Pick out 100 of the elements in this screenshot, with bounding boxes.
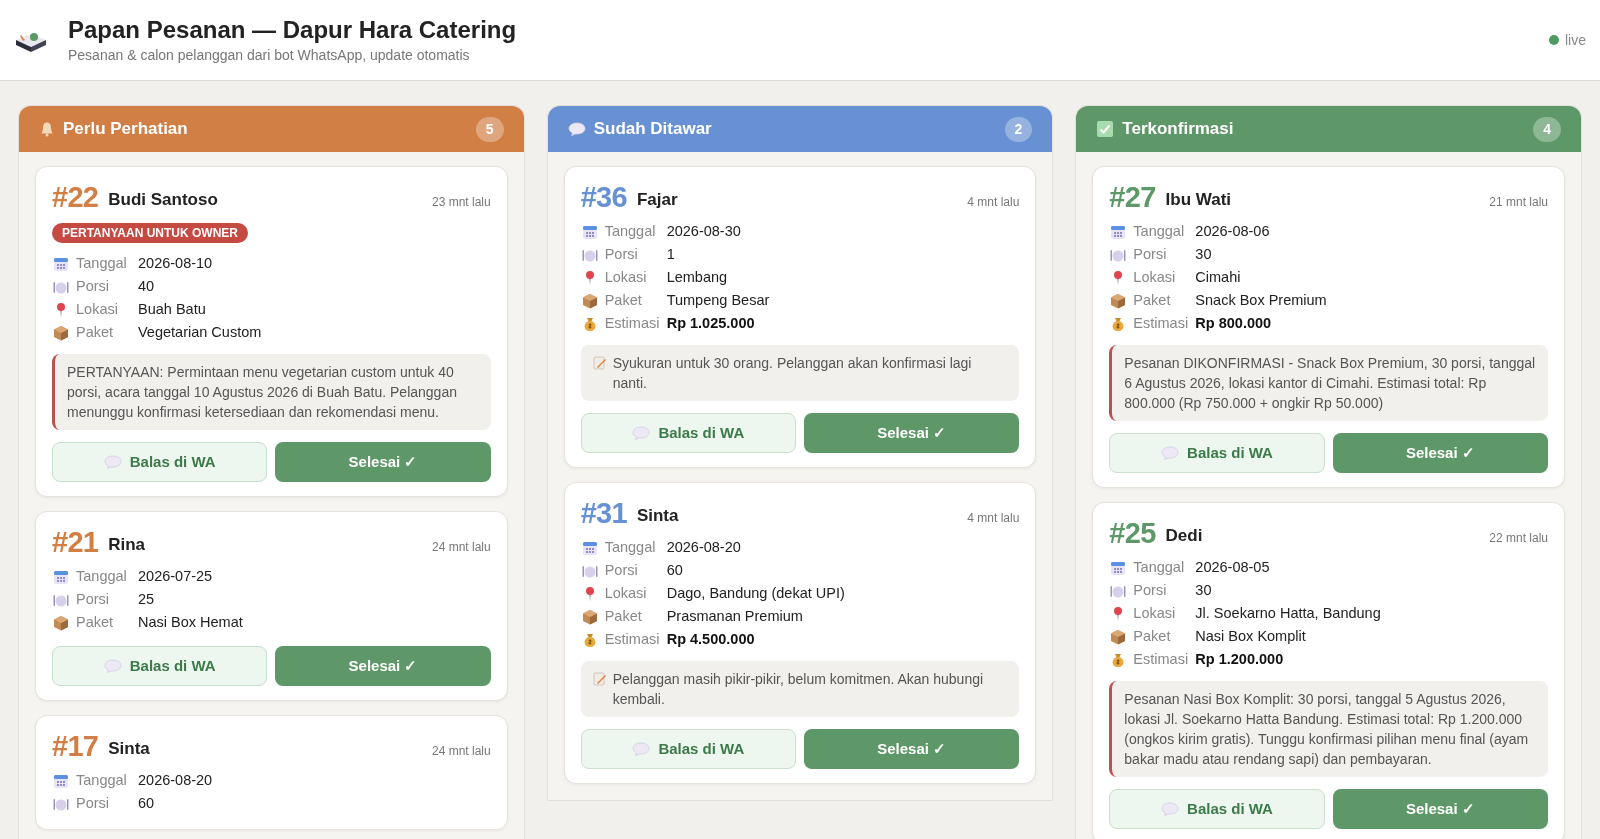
column-title: Perlu Perhatian — [63, 118, 188, 141]
customer-name: Dedi — [1165, 524, 1203, 547]
box-icon — [53, 324, 69, 341]
done-button[interactable]: Selesai ✓ — [804, 413, 1020, 453]
order-number: #21 — [52, 528, 99, 557]
time-ago: 22 mnt lalu — [1489, 530, 1548, 547]
field-value: Rp 4.500.000 — [666, 629, 755, 649]
memo-icon — [592, 672, 607, 686]
field-value: Nasi Box Hemat — [138, 612, 243, 632]
field-value: 2026-07-25 — [138, 566, 213, 586]
field-value: Buah Batu — [138, 299, 206, 319]
field-label: Tanggal — [76, 566, 128, 586]
field-value: 30 — [1195, 580, 1212, 600]
page-subtitle: Pesanan & calon pelanggan dari bot WhatsApp, update otomatis — [68, 45, 471, 65]
field-value: Cimahi — [1195, 267, 1241, 287]
field-label: Paket — [604, 290, 643, 310]
field-label: Paket — [1133, 290, 1172, 310]
customer-name: Fajar — [636, 188, 678, 211]
field-label: Paket — [76, 612, 115, 632]
order-number: #17 — [52, 732, 99, 761]
field-label: Tanggal — [1133, 221, 1186, 241]
speech-bubble-icon — [632, 426, 651, 440]
time-ago: 23 mnt lalu — [431, 194, 491, 211]
field-value: Rp 800.000 — [1195, 313, 1272, 333]
done-button[interactable]: Selesai ✓ — [804, 729, 1020, 769]
field-label: Lokasi — [76, 299, 119, 319]
field-value: 2026-08-20 — [138, 770, 213, 790]
field-label: Tanggal — [76, 770, 128, 790]
field-label: Paket — [76, 322, 115, 342]
calendar-icon — [1110, 559, 1127, 576]
box-icon — [53, 614, 69, 631]
calendar-icon — [581, 223, 598, 240]
field-label: Paket — [1133, 626, 1172, 646]
field-label: Porsi — [76, 276, 111, 296]
done-button[interactable]: Selesai ✓ — [275, 442, 491, 482]
field-label: Estimasi — [1133, 649, 1190, 669]
column-title: Sudah Ditawar — [593, 118, 712, 141]
field-label: Porsi — [604, 244, 639, 264]
done-button[interactable]: Selesai ✓ — [1332, 433, 1548, 473]
field-value: 30 — [1195, 244, 1212, 264]
time-ago: 24 mnt lalu — [431, 539, 491, 556]
field-label: Porsi — [1133, 580, 1168, 600]
customer-name: Budi Santoso — [108, 188, 218, 211]
field-label: Estimasi — [1133, 313, 1190, 333]
page-title: Papan Pesanan — Dapur Hara Catering — [68, 14, 517, 45]
memo-icon — [592, 356, 607, 370]
done-button[interactable]: Selesai ✓ — [1332, 789, 1548, 829]
note-text: Pesanan Nasi Box Komplit: 30 porsi, tanggal 5 Agustus 2026, lokasi Jl. Soekarno Hatta Bandung. Estimasi total: Rp 1.200.000 (ongkos kirim gratis). Tunggu konfirmasi pilihan menu final (ayam bakar madu atau rendang sapi) dan pembayaran. — [1124, 690, 1530, 769]
field-value: Lembang — [666, 267, 728, 287]
time-ago: 4 mnt lalu — [967, 510, 1020, 527]
live-label: live — [1565, 30, 1586, 50]
field-value: Rp 1.025.000 — [666, 313, 755, 333]
reply-whatsapp-button[interactable]: Balas di WA — [580, 413, 796, 453]
calendar-icon — [1110, 223, 1127, 240]
customer-name: Ibu Wati — [1165, 188, 1231, 211]
time-ago: 24 mnt lalu — [431, 743, 491, 760]
count-badge: 2 — [1004, 116, 1033, 142]
done-button[interactable]: Selesai ✓ — [275, 646, 491, 686]
field-value: Jl. Soekarno Hatta, Bandung — [1195, 603, 1381, 623]
reply-whatsapp-button[interactable]: Balas di WA — [1109, 433, 1325, 473]
field-label: Porsi — [76, 589, 111, 609]
speech-bubble-icon — [103, 659, 122, 673]
reply-whatsapp-button[interactable]: Balas di WA — [52, 646, 268, 686]
field-value: Dago, Bandung (dekat UPI) — [666, 583, 845, 603]
field-label: Lokasi — [604, 583, 648, 603]
field-label: Porsi — [1133, 244, 1168, 264]
bell-icon — [39, 121, 55, 137]
speech-bubble-icon — [103, 455, 122, 469]
field-label: Tanggal — [1133, 557, 1186, 577]
field-label: Tanggal — [604, 537, 657, 557]
order-number: #31 — [580, 499, 627, 528]
field-value: 1 — [666, 244, 675, 264]
field-label: Estimasi — [604, 313, 661, 333]
reply-whatsapp-button[interactable]: Balas di WA — [580, 729, 796, 769]
speech-bubble-icon — [1161, 802, 1180, 816]
note-text: Pelanggan masih pikir-pikir, belum komitmen. Akan hubungi kembali. — [612, 670, 985, 709]
order-number: #22 — [52, 183, 99, 212]
reply-whatsapp-button[interactable]: Balas di WA — [1109, 789, 1325, 829]
field-label: Paket — [604, 606, 643, 626]
field-label: Lokasi — [1133, 603, 1177, 623]
box-icon — [581, 608, 598, 625]
field-value: 40 — [138, 276, 155, 296]
calendar-icon — [53, 568, 69, 585]
field-label: Porsi — [76, 793, 111, 813]
order-number: #25 — [1109, 519, 1156, 548]
reply-whatsapp-button[interactable]: Balas di WA — [52, 442, 268, 482]
calendar-icon — [581, 539, 598, 556]
box-icon — [581, 292, 598, 309]
time-ago: 4 mnt lalu — [967, 194, 1020, 211]
field-label: Tanggal — [604, 221, 657, 241]
order-number: #27 — [1109, 183, 1156, 212]
field-value: Rp 1.200.000 — [1195, 649, 1284, 669]
field-value: 60 — [666, 560, 683, 580]
field-label: Tanggal — [76, 253, 128, 273]
field-value: 25 — [138, 589, 155, 609]
note-text: Pesanan DIKONFIRMASI - Snack Box Premium, 30 porsi, tanggal 6 Agustus 2026, lokasi kantor di Cimahi. Estimasi total: Rp 800.000 (Rp 750.000 + ongkir Rp 50.000) — [1124, 354, 1536, 413]
customer-name: Sinta — [108, 737, 150, 760]
time-ago: 21 mnt lalu — [1489, 194, 1548, 211]
field-value: Tumpeng Besar — [666, 290, 770, 310]
calendar-icon — [53, 772, 69, 789]
